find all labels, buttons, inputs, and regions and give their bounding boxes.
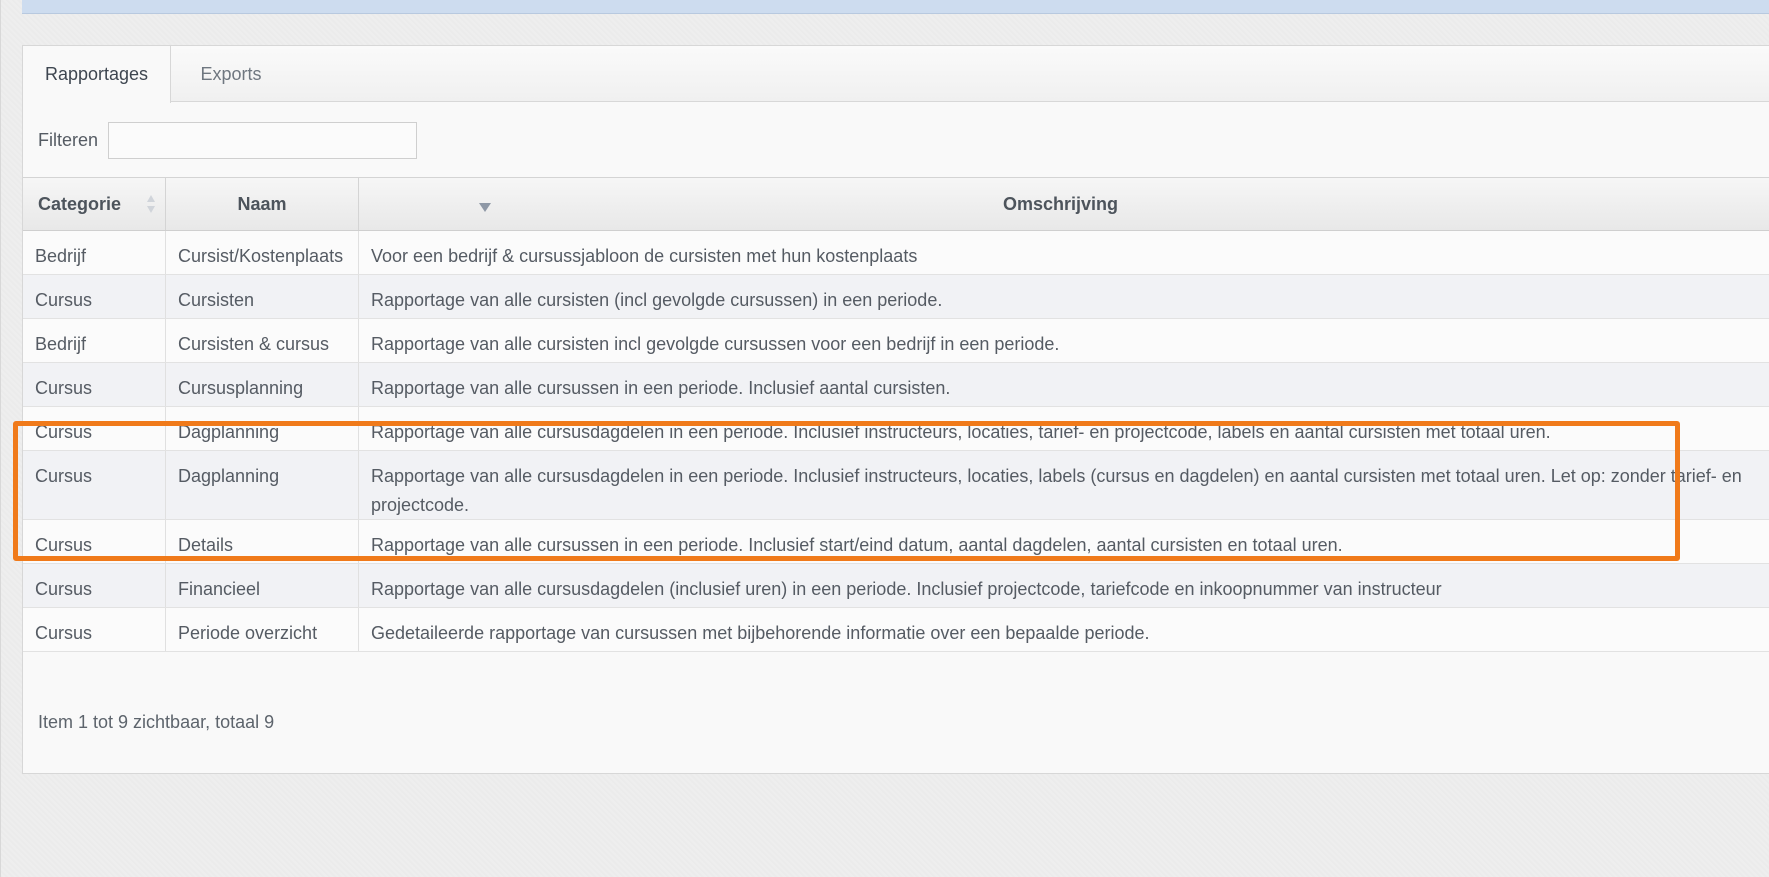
top-info-bar — [22, 0, 1769, 14]
column-header-naam[interactable]: Naam — [166, 178, 491, 230]
filter-label: Filteren — [38, 130, 99, 150]
cell-omschrijving: Rapportage van alle cursisten incl gevol… — [371, 334, 1060, 354]
cell-categorie: Bedrijf — [23, 231, 166, 274]
cell-naam: Dagplanning — [166, 407, 359, 450]
table-row[interactable]: Cursus Cursusplanning Rapportage van all… — [23, 363, 1769, 407]
cell-categorie: Cursus — [23, 608, 166, 651]
cell-naam: Cursusplanning — [166, 363, 359, 406]
cell-naam: Cursisten — [166, 275, 359, 318]
cell-omschrijving: Rapportage van alle cursusdagdelen (incl… — [371, 579, 1442, 599]
reports-panel: Rapportages Exports Filteren Categorie N… — [22, 45, 1769, 774]
table-row[interactable]: Cursus Details Rapportage van alle cursu… — [23, 520, 1769, 564]
tab-rapportages[interactable]: Rapportages — [23, 46, 171, 103]
table-row[interactable]: Cursus Cursisten Rapportage van alle cur… — [23, 275, 1769, 319]
pager-status: Item 1 tot 9 zichtbaar, totaal 9 — [38, 712, 275, 732]
cell-omschrijving: Rapportage van alle cursussen in een per… — [371, 535, 1343, 555]
filter-input[interactable] — [108, 122, 417, 159]
tab-exports[interactable]: Exports — [171, 46, 291, 102]
column-header-label: Omschrijving — [1002, 194, 1119, 214]
left-edge-divider — [0, 0, 1, 877]
cell-naam: Cursisten & cursus — [166, 319, 359, 362]
cell-omschrijving: Voor een bedrijf & cursussjabloon de cur… — [371, 246, 918, 266]
tab-bar: Rapportages Exports — [23, 46, 1769, 103]
cell-categorie: Cursus — [23, 451, 166, 519]
cell-omschrijving: Rapportage van alle cursisten (incl gevo… — [371, 290, 943, 310]
cell-categorie: Cursus — [23, 363, 166, 406]
cell-naam: Details — [166, 520, 359, 563]
cell-categorie: Cursus — [23, 520, 166, 563]
cell-categorie: Bedrijf — [23, 319, 166, 362]
cell-naam: Dagplanning — [166, 451, 359, 519]
table-row[interactable]: Cursus Periode overzicht Gedetaileerde r… — [23, 608, 1769, 652]
table-row[interactable]: Cursus Dagplanning Rapportage van alle c… — [23, 451, 1769, 520]
table-header: Categorie Naam Omschrijving — [23, 177, 1769, 231]
table-row[interactable]: Cursus Dagplanning Rapportage van alle c… — [23, 407, 1769, 451]
cell-omschrijving: Gedetaileerde rapportage van cursussen m… — [371, 623, 1150, 643]
sort-both-icon — [147, 195, 155, 213]
column-header-categorie[interactable]: Categorie — [23, 178, 166, 230]
column-header-omschrijving[interactable]: Omschrijving — [359, 178, 1769, 230]
column-header-label: Naam — [237, 194, 287, 214]
cell-naam: Financieel — [166, 564, 359, 607]
table-row[interactable]: Bedrijf Cursisten & cursus Rapportage va… — [23, 319, 1769, 363]
cell-omschrijving: Rapportage van alle cursusdagdelen in ee… — [371, 466, 1742, 515]
table-row[interactable]: Cursus Financieel Rapportage van alle cu… — [23, 564, 1769, 608]
cell-categorie: Cursus — [23, 407, 166, 450]
cell-naam: Cursist/Kostenplaats — [166, 231, 359, 274]
cell-omschrijving: Rapportage van alle cursusdagdelen in ee… — [371, 422, 1551, 442]
column-header-label: Categorie — [38, 194, 122, 214]
cell-naam: Periode overzicht — [166, 608, 359, 651]
table-row[interactable]: Bedrijf Cursist/Kostenplaats Voor een be… — [23, 231, 1769, 275]
cell-omschrijving: Rapportage van alle cursussen in een per… — [371, 378, 951, 398]
cell-categorie: Cursus — [23, 275, 166, 318]
cell-categorie: Cursus — [23, 564, 166, 607]
